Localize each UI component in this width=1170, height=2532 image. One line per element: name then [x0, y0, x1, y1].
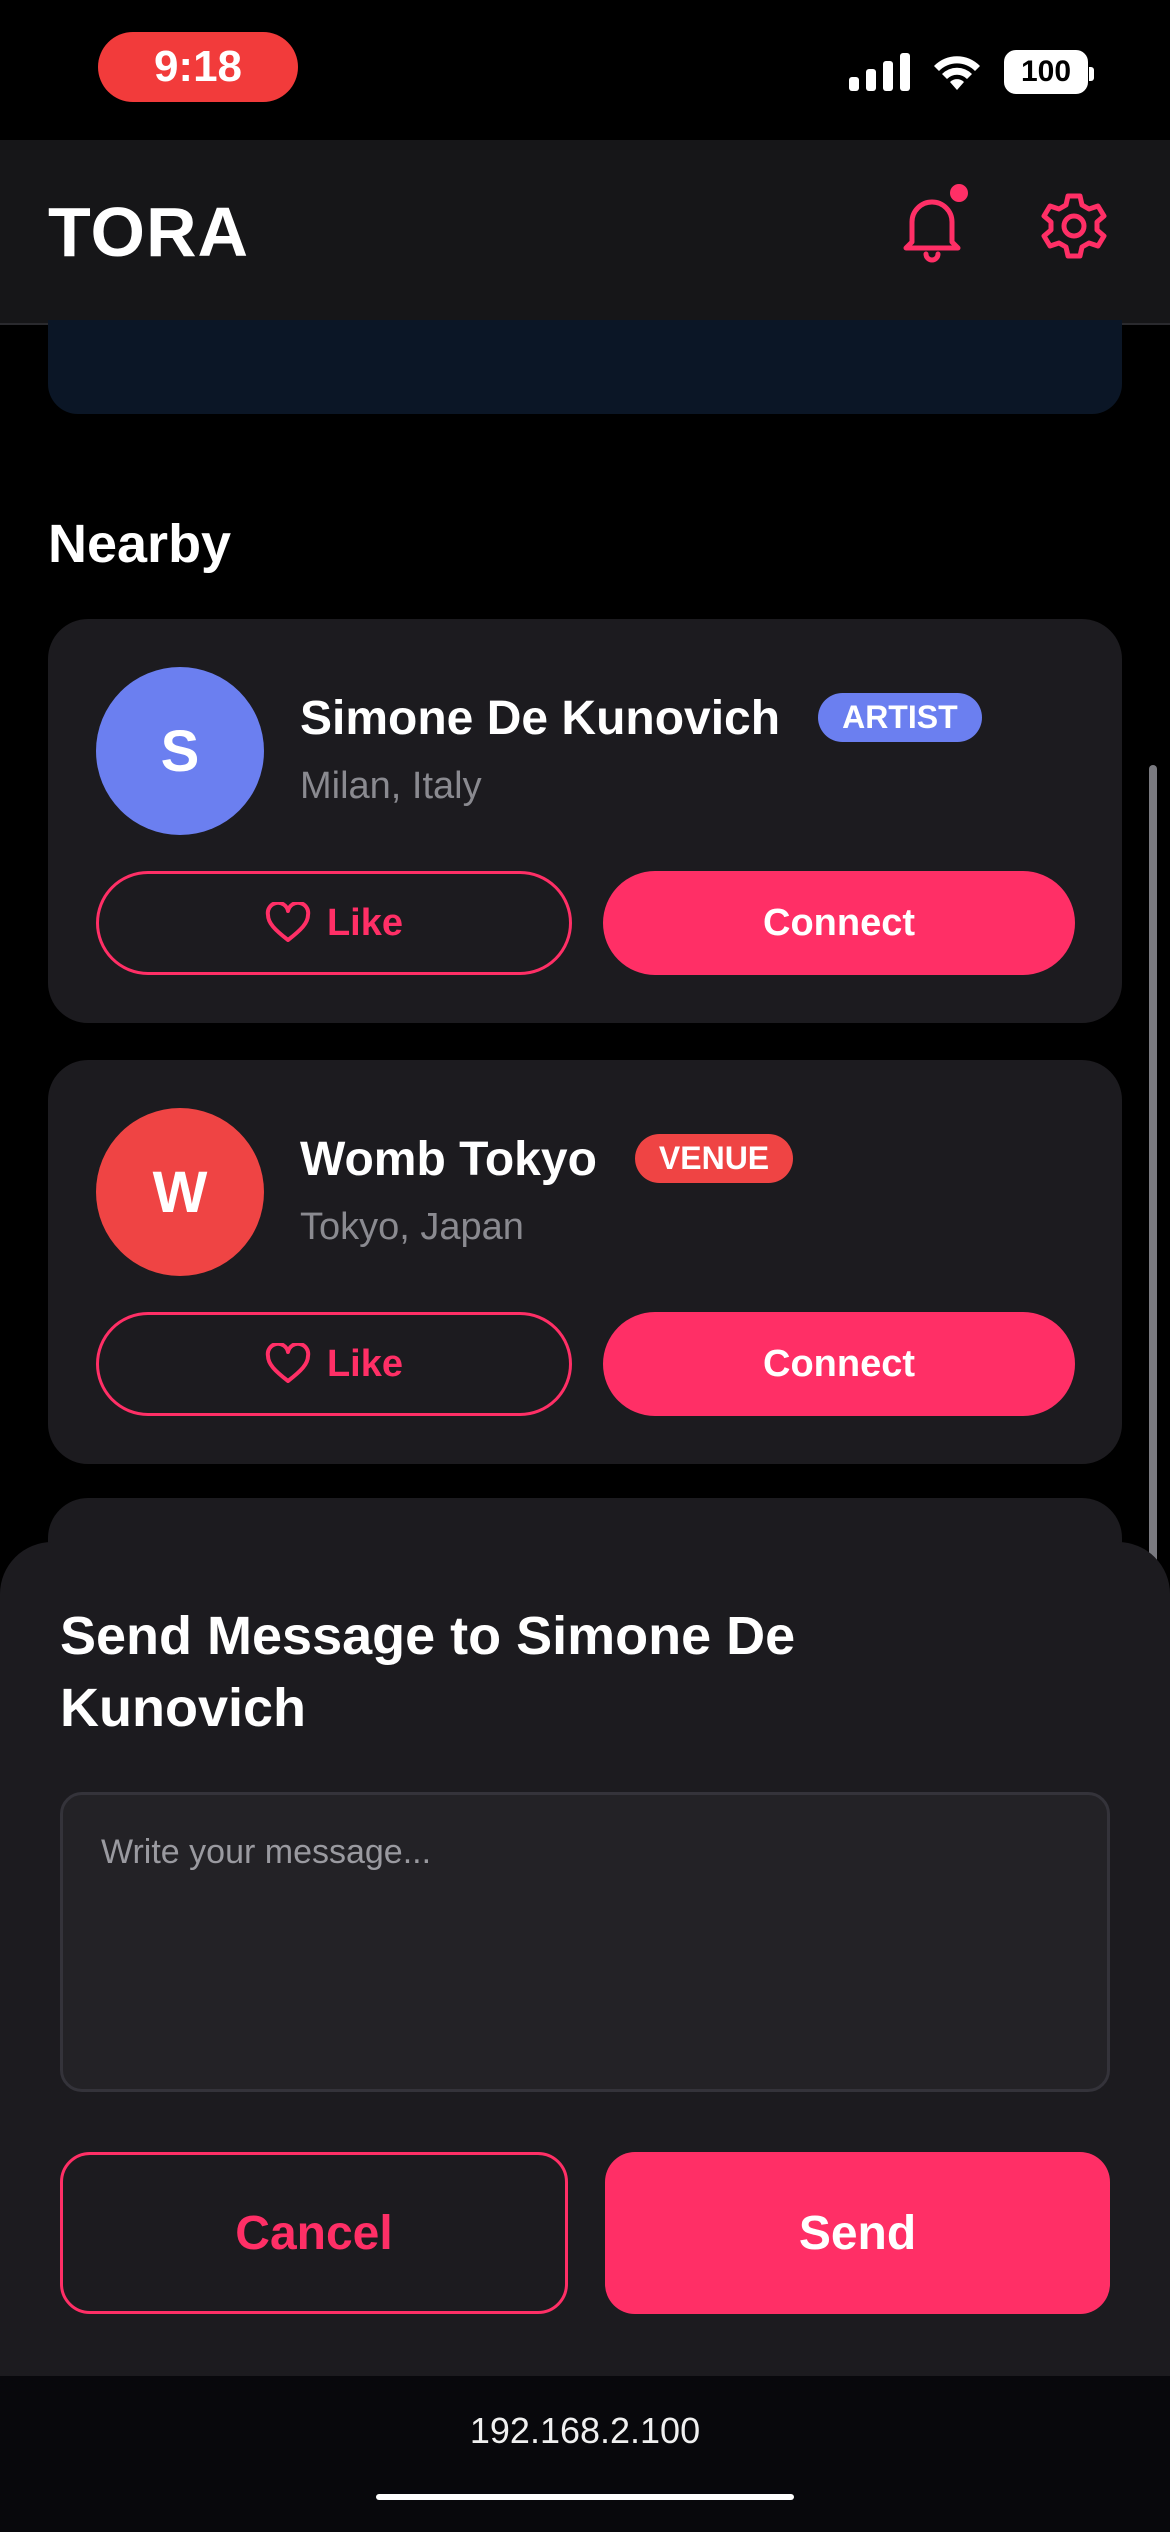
home-indicator[interactable] — [376, 2494, 794, 2500]
send-button[interactable]: Send — [605, 2152, 1110, 2314]
status-time: 9:18 — [98, 32, 298, 102]
nearby-card: W Womb Tokyo VENUE Tokyo, Japan Like Conn… — [48, 1060, 1122, 1464]
address-bar-url[interactable]: 192.168.2.100 — [0, 2410, 1170, 2452]
avatar[interactable]: S — [96, 667, 264, 835]
connect-button[interactable]: Connect — [603, 1312, 1075, 1416]
settings-gear-icon[interactable] — [1038, 190, 1110, 262]
profile-name-row: Womb Tokyo VENUE — [300, 1132, 794, 1187]
avatar[interactable]: W — [96, 1108, 264, 1276]
status-icons: 100 — [849, 50, 1094, 94]
browser-bottom-bar: 192.168.2.100 — [0, 2376, 1170, 2532]
nearby-card: S Simone De Kunovich ARTIST Milan, Italy … — [48, 619, 1122, 1023]
battery-icon: 100 — [1004, 50, 1094, 94]
cellular-signal-icon — [849, 53, 910, 91]
profile-location: Milan, Italy — [300, 765, 482, 807]
like-button[interactable]: Like — [96, 1312, 572, 1416]
notification-dot — [946, 180, 972, 206]
message-input[interactable] — [60, 1792, 1110, 2092]
like-label: Like — [326, 901, 404, 944]
profile-location: Tokyo, Japan — [300, 1206, 524, 1248]
wifi-icon — [934, 56, 980, 90]
connect-button[interactable]: Connect — [603, 871, 1075, 975]
status-bar: 9:18 100 — [0, 0, 1170, 140]
app-header: TORA — [0, 140, 1170, 325]
app-title: TORA — [48, 193, 250, 271]
like-label: Like — [326, 1342, 404, 1385]
message-sheet-title: Send Message to Simone De Kunovich — [60, 1606, 796, 1738]
heart-icon — [265, 1343, 311, 1383]
profile-name[interactable]: Simone De Kunovich — [300, 692, 780, 745]
cancel-button[interactable]: Cancel — [60, 2152, 568, 2314]
role-badge: ARTIST — [818, 692, 982, 742]
section-title-nearby: Nearby — [48, 514, 232, 574]
profile-name-row: Simone De Kunovich ARTIST — [300, 691, 982, 746]
role-badge: VENUE — [634, 1133, 794, 1183]
like-button[interactable]: Like — [96, 871, 572, 975]
heart-icon — [265, 902, 311, 942]
message-sheet: Send Message to Simone De Kunovich Cance… — [0, 1542, 1170, 2376]
featured-card — [48, 320, 1122, 414]
connect-label: Connect — [763, 1342, 915, 1385]
connect-label: Connect — [763, 901, 915, 944]
profile-name[interactable]: Womb Tokyo — [300, 1133, 597, 1186]
